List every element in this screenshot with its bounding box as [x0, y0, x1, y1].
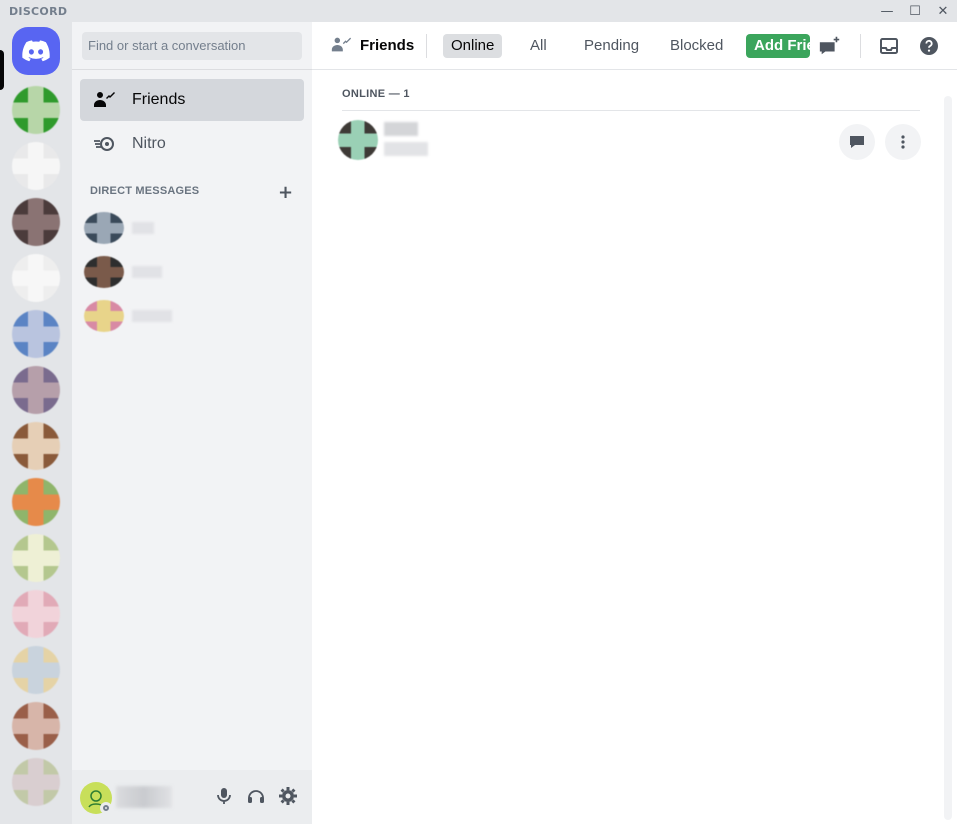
- header-divider: [860, 34, 861, 58]
- home-button[interactable]: [12, 27, 60, 75]
- dm-name-blurred: [132, 310, 172, 322]
- new-group-dm-icon: [819, 36, 840, 55]
- search-input[interactable]: Find or start a conversation: [82, 32, 302, 60]
- new-group-dm-button[interactable]: [818, 34, 842, 58]
- friends-icon: [330, 34, 352, 56]
- maximize-icon: ☐: [909, 3, 921, 19]
- title-bar: DISCORD — ☐ ✕: [0, 0, 957, 22]
- server-icon[interactable]: [12, 590, 60, 638]
- server-icon[interactable]: [12, 366, 60, 414]
- more-vertical-icon: [901, 135, 905, 149]
- server-icon[interactable]: [12, 142, 60, 190]
- server-icon[interactable]: [12, 198, 60, 246]
- search-bar-container: Find or start a conversation: [72, 22, 312, 70]
- friends-icon: [92, 88, 116, 112]
- inbox-icon: [880, 38, 898, 54]
- page-title-label: Friends: [360, 36, 415, 54]
- status-badge: [100, 802, 112, 814]
- sidebar-item-label: Friends: [132, 91, 186, 108]
- avatar: [84, 256, 124, 288]
- list-item[interactable]: [80, 251, 304, 293]
- dm-name-blurred: [132, 222, 154, 234]
- sidebar-item-friends[interactable]: Friends: [80, 79, 304, 121]
- dm-sidebar: Find or start a conversation Friends Nit…: [72, 22, 312, 824]
- server-icon[interactable]: [12, 254, 60, 302]
- server-icon[interactable]: [12, 422, 60, 470]
- user-panel: [72, 770, 312, 824]
- section-divider: [342, 110, 920, 111]
- settings-icon: [279, 787, 297, 805]
- friends-header: Friends Online All Pending Blocked Add F…: [312, 22, 957, 70]
- sidebar-item-label: Nitro: [132, 135, 166, 152]
- deafen-button[interactable]: [244, 784, 268, 808]
- tab-pending[interactable]: Pending: [576, 34, 647, 58]
- inbox-button[interactable]: [877, 34, 901, 58]
- selected-indicator: [0, 50, 4, 90]
- close-icon: ✕: [937, 3, 949, 19]
- close-button[interactable]: ✕: [929, 0, 957, 22]
- avatar: [338, 120, 378, 160]
- maximize-button[interactable]: ☐: [901, 0, 929, 22]
- more-button[interactable]: [885, 124, 921, 160]
- minimize-button[interactable]: —: [873, 0, 901, 22]
- page-title: Friends: [330, 34, 414, 56]
- settings-button[interactable]: [276, 784, 300, 808]
- list-item[interactable]: [332, 112, 930, 172]
- tab-blocked[interactable]: Blocked: [662, 34, 731, 58]
- avatar: [84, 212, 124, 244]
- message-button[interactable]: [839, 124, 875, 160]
- nitro-icon: [92, 132, 116, 156]
- header-divider: [426, 34, 427, 58]
- server-icon[interactable]: [12, 758, 60, 806]
- tab-online[interactable]: Online: [443, 34, 503, 58]
- avatar: [84, 300, 124, 332]
- chat-bubble-icon: [850, 136, 864, 148]
- add-friend-button[interactable]: Add Frie: [746, 34, 810, 58]
- server-icon[interactable]: [12, 478, 60, 526]
- mute-button[interactable]: [212, 784, 236, 808]
- username-blurred: [116, 786, 172, 808]
- server-icon[interactable]: [12, 86, 60, 134]
- discord-logo-icon: [22, 40, 50, 62]
- add-dm-button[interactable]: +: [278, 182, 293, 203]
- help-icon: [920, 37, 938, 55]
- server-icon[interactable]: [12, 534, 60, 582]
- main-content: Friends Online All Pending Blocked Add F…: [312, 22, 957, 824]
- scrollbar[interactable]: [944, 96, 952, 820]
- server-rail: [0, 22, 72, 824]
- direct-messages-heading: DIRECT MESSAGES: [90, 185, 200, 197]
- friend-status-blurred: [384, 142, 428, 156]
- sidebar-item-nitro[interactable]: Nitro: [80, 123, 304, 165]
- dm-name-blurred: [132, 266, 162, 278]
- server-icon[interactable]: [12, 702, 60, 750]
- list-item[interactable]: [80, 207, 304, 249]
- app-logo: DISCORD: [9, 5, 68, 18]
- friend-name-blurred: [384, 122, 418, 136]
- help-button[interactable]: [917, 34, 941, 58]
- list-item[interactable]: [80, 295, 304, 337]
- microphone-icon: [217, 788, 231, 804]
- minimize-icon: —: [880, 3, 894, 19]
- online-count-heading: ONLINE — 1: [342, 88, 410, 100]
- tab-all[interactable]: All: [522, 34, 555, 58]
- headphones-icon: [248, 790, 264, 803]
- server-icon[interactable]: [12, 310, 60, 358]
- server-icon[interactable]: [12, 646, 60, 694]
